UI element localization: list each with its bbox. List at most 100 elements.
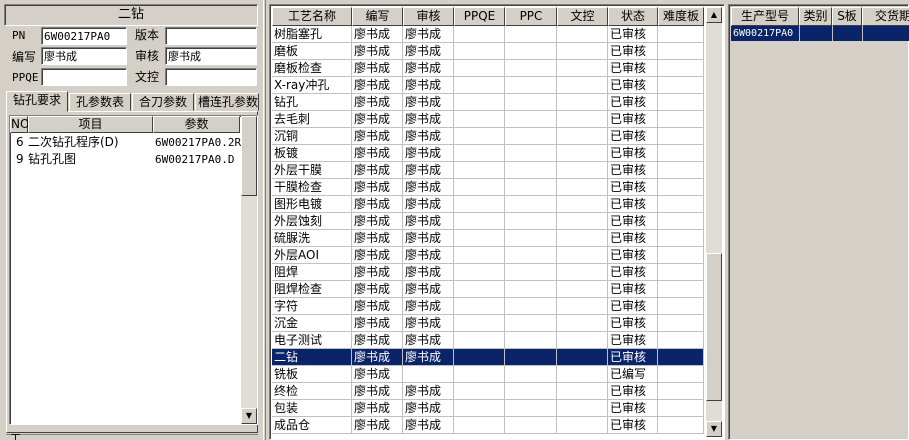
ppqe-field[interactable] (41, 68, 127, 86)
grid-row[interactable]: 字符 廖书成 廖书成 已审核 (272, 298, 704, 315)
editor-field[interactable]: 廖书成 (41, 47, 127, 65)
right-header-model[interactable]: 生产型号 (731, 7, 799, 26)
grid-row[interactable]: 终检 廖书成 廖书成 已审核 (272, 383, 704, 400)
grid-cell-difficulty (658, 128, 704, 145)
grid-row[interactable]: 阻焊检查 廖书成 廖书成 已审核 (272, 281, 704, 298)
grid-header-editor[interactable]: 编写 (352, 7, 403, 26)
grid-cell-difficulty (658, 417, 704, 434)
version-label: 版本 (135, 28, 160, 42)
grid-cell-ppqe (454, 417, 505, 434)
grid-cell-reviewer: 廖书成 (403, 298, 454, 315)
cell-divider (862, 26, 863, 41)
grid-cell-process-name: X-ray冲孔 (272, 77, 352, 94)
grid-header-difficulty[interactable]: 难度板 (658, 7, 704, 26)
list-scroll-thumb[interactable] (241, 116, 257, 196)
grid-row[interactable]: 磨板 廖书成 廖书成 已审核 (272, 43, 704, 60)
grid-row[interactable]: 成品仓 廖书成 廖书成 已审核 (272, 417, 704, 434)
grid-row[interactable]: 铣板 廖书成 已编写 (272, 366, 704, 383)
grid-row[interactable]: 外层蚀刻 廖书成 廖书成 已审核 (272, 213, 704, 230)
grid-vertical-scrollbar[interactable]: ▲ ▼ (706, 7, 722, 437)
grid-cell-editor: 廖书成 (352, 332, 403, 349)
version-field[interactable] (165, 27, 257, 45)
grid-cell-doc-control (557, 111, 608, 128)
grid-row[interactable]: 板镀 廖书成 廖书成 已审核 (272, 145, 704, 162)
grid-row[interactable]: 外层干膜 廖书成 廖书成 已审核 (272, 162, 704, 179)
scroll-down-arrow-icon[interactable]: ▼ (241, 408, 257, 424)
grid-cell-ppc (505, 383, 557, 400)
grid-cell-process-name: 硫脲洗 (272, 230, 352, 247)
product-row[interactable]: 6W00217PA0 (731, 26, 909, 41)
grid-row[interactable]: 电子测试 廖书成 廖书成 已审核 (272, 332, 704, 349)
grid-row[interactable]: 钻孔 廖书成 廖书成 已审核 (272, 94, 704, 111)
grid-cell-status: 已审核 (608, 128, 658, 145)
grid-cell-process-name: 沉金 (272, 315, 352, 332)
grid-header-doc-control[interactable]: 文控 (557, 7, 608, 26)
grid-cell-ppqe (454, 349, 505, 366)
grid-cell-process-name: 字符 (272, 298, 352, 315)
tab-hole-params[interactable]: 孔参数表 (69, 93, 131, 111)
splitter[interactable] (263, 0, 266, 440)
grid-row[interactable]: 树脂塞孔 廖书成 廖书成 已审核 (272, 26, 704, 43)
grid-cell-status: 已审核 (608, 281, 658, 298)
grid-cell-ppc (505, 332, 557, 349)
grid-cell-status: 已审核 (608, 43, 658, 60)
scroll-up-arrow-icon[interactable]: ▲ (706, 7, 722, 23)
grid-cell-doc-control (557, 264, 608, 281)
right-header-s-board[interactable]: S板 (832, 7, 862, 26)
grid-cell-reviewer: 廖书成 (403, 213, 454, 230)
grid-header-process-name[interactable]: 工艺名称 (272, 7, 352, 26)
control-field[interactable] (165, 68, 257, 86)
grid-cell-difficulty (658, 400, 704, 417)
grid-row[interactable]: 图形电镀 廖书成 廖书成 已审核 (272, 196, 704, 213)
list-header-param[interactable]: 参数 (153, 116, 240, 133)
grid-cell-ppqe (454, 332, 505, 349)
right-header-delivery[interactable]: 交货期 (862, 7, 909, 26)
reviewer-field[interactable]: 廖书成 (165, 47, 257, 65)
grid-row[interactable]: 外层AOI 廖书成 廖书成 已审核 (272, 247, 704, 264)
grid-header-status[interactable]: 状态 (608, 7, 658, 26)
grid-cell-difficulty (658, 145, 704, 162)
grid-row[interactable]: 硫脲洗 廖书成 廖书成 已审核 (272, 230, 704, 247)
list-header-no[interactable]: NO (10, 116, 29, 133)
pn-field[interactable]: 6W00217PA0 (41, 27, 127, 45)
grid-row[interactable]: 沉金 廖书成 廖书成 已审核 (272, 315, 704, 332)
list-cell-no: 6 (16, 135, 24, 149)
grid-cell-ppqe (454, 264, 505, 281)
grid-cell-difficulty (658, 247, 704, 264)
grid-header-reviewer[interactable]: 审核 (403, 7, 454, 26)
scroll-down-arrow-icon[interactable]: ▼ (706, 421, 722, 437)
grid-row[interactable]: 二钻 廖书成 廖书成 已审核 (272, 349, 704, 366)
grid-cell-doc-control (557, 60, 608, 77)
grid-row[interactable]: 阻焊 廖书成 廖书成 已审核 (272, 264, 704, 281)
grid-cell-status: 已审核 (608, 383, 658, 400)
grid-row[interactable]: 干膜检查 廖书成 廖书成 已审核 (272, 179, 704, 196)
grid-row[interactable]: X-ray冲孔 廖书成 廖书成 已审核 (272, 77, 704, 94)
grid-cell-reviewer: 廖书成 (403, 315, 454, 332)
list-vertical-scrollbar[interactable]: ▼ (241, 116, 257, 424)
grid-cell-reviewer: 廖书成 (403, 281, 454, 298)
grid-cell-ppqe (454, 94, 505, 111)
grid-cell-doc-control (557, 349, 608, 366)
grid-cell-editor: 廖书成 (352, 145, 403, 162)
grid-row[interactable]: 磨板检查 廖书成 廖书成 已审核 (272, 60, 704, 77)
grid-cell-ppqe (454, 366, 505, 383)
grid-row[interactable]: 沉铜 廖书成 廖书成 已审核 (272, 128, 704, 145)
grid-header-ppqe[interactable]: PPQE (454, 7, 505, 26)
grid-cell-ppqe (454, 383, 505, 400)
grid-scroll-thumb[interactable] (706, 253, 722, 401)
grid-cell-difficulty (658, 349, 704, 366)
tab-drill-requirements[interactable]: 钻孔要求 (6, 91, 68, 112)
list-row[interactable]: 9 钻孔孔图 6W00217PA0.D (10, 151, 240, 168)
grid-row[interactable]: 去毛刺 廖书成 廖书成 已审核 (272, 111, 704, 128)
grid-row[interactable]: 包装 廖书成 廖书成 已审核 (272, 400, 704, 417)
tab-tool-params[interactable]: 合刀参数 (132, 93, 194, 111)
grid-cell-status: 已审核 (608, 264, 658, 281)
grid-cell-doc-control (557, 43, 608, 60)
tab-slot-params[interactable]: 槽连孔参数 (195, 93, 259, 111)
grid-header-ppc[interactable]: PPC (505, 7, 557, 26)
grid-cell-difficulty (658, 77, 704, 94)
grid-cell-process-name: 树脂塞孔 (272, 26, 352, 43)
list-row[interactable]: 6 二次钻孔程序(D) 6W00217PA0.2RD (10, 134, 248, 151)
right-header-type[interactable]: 类别 (799, 7, 832, 26)
list-header-item[interactable]: 项目 (28, 116, 153, 133)
